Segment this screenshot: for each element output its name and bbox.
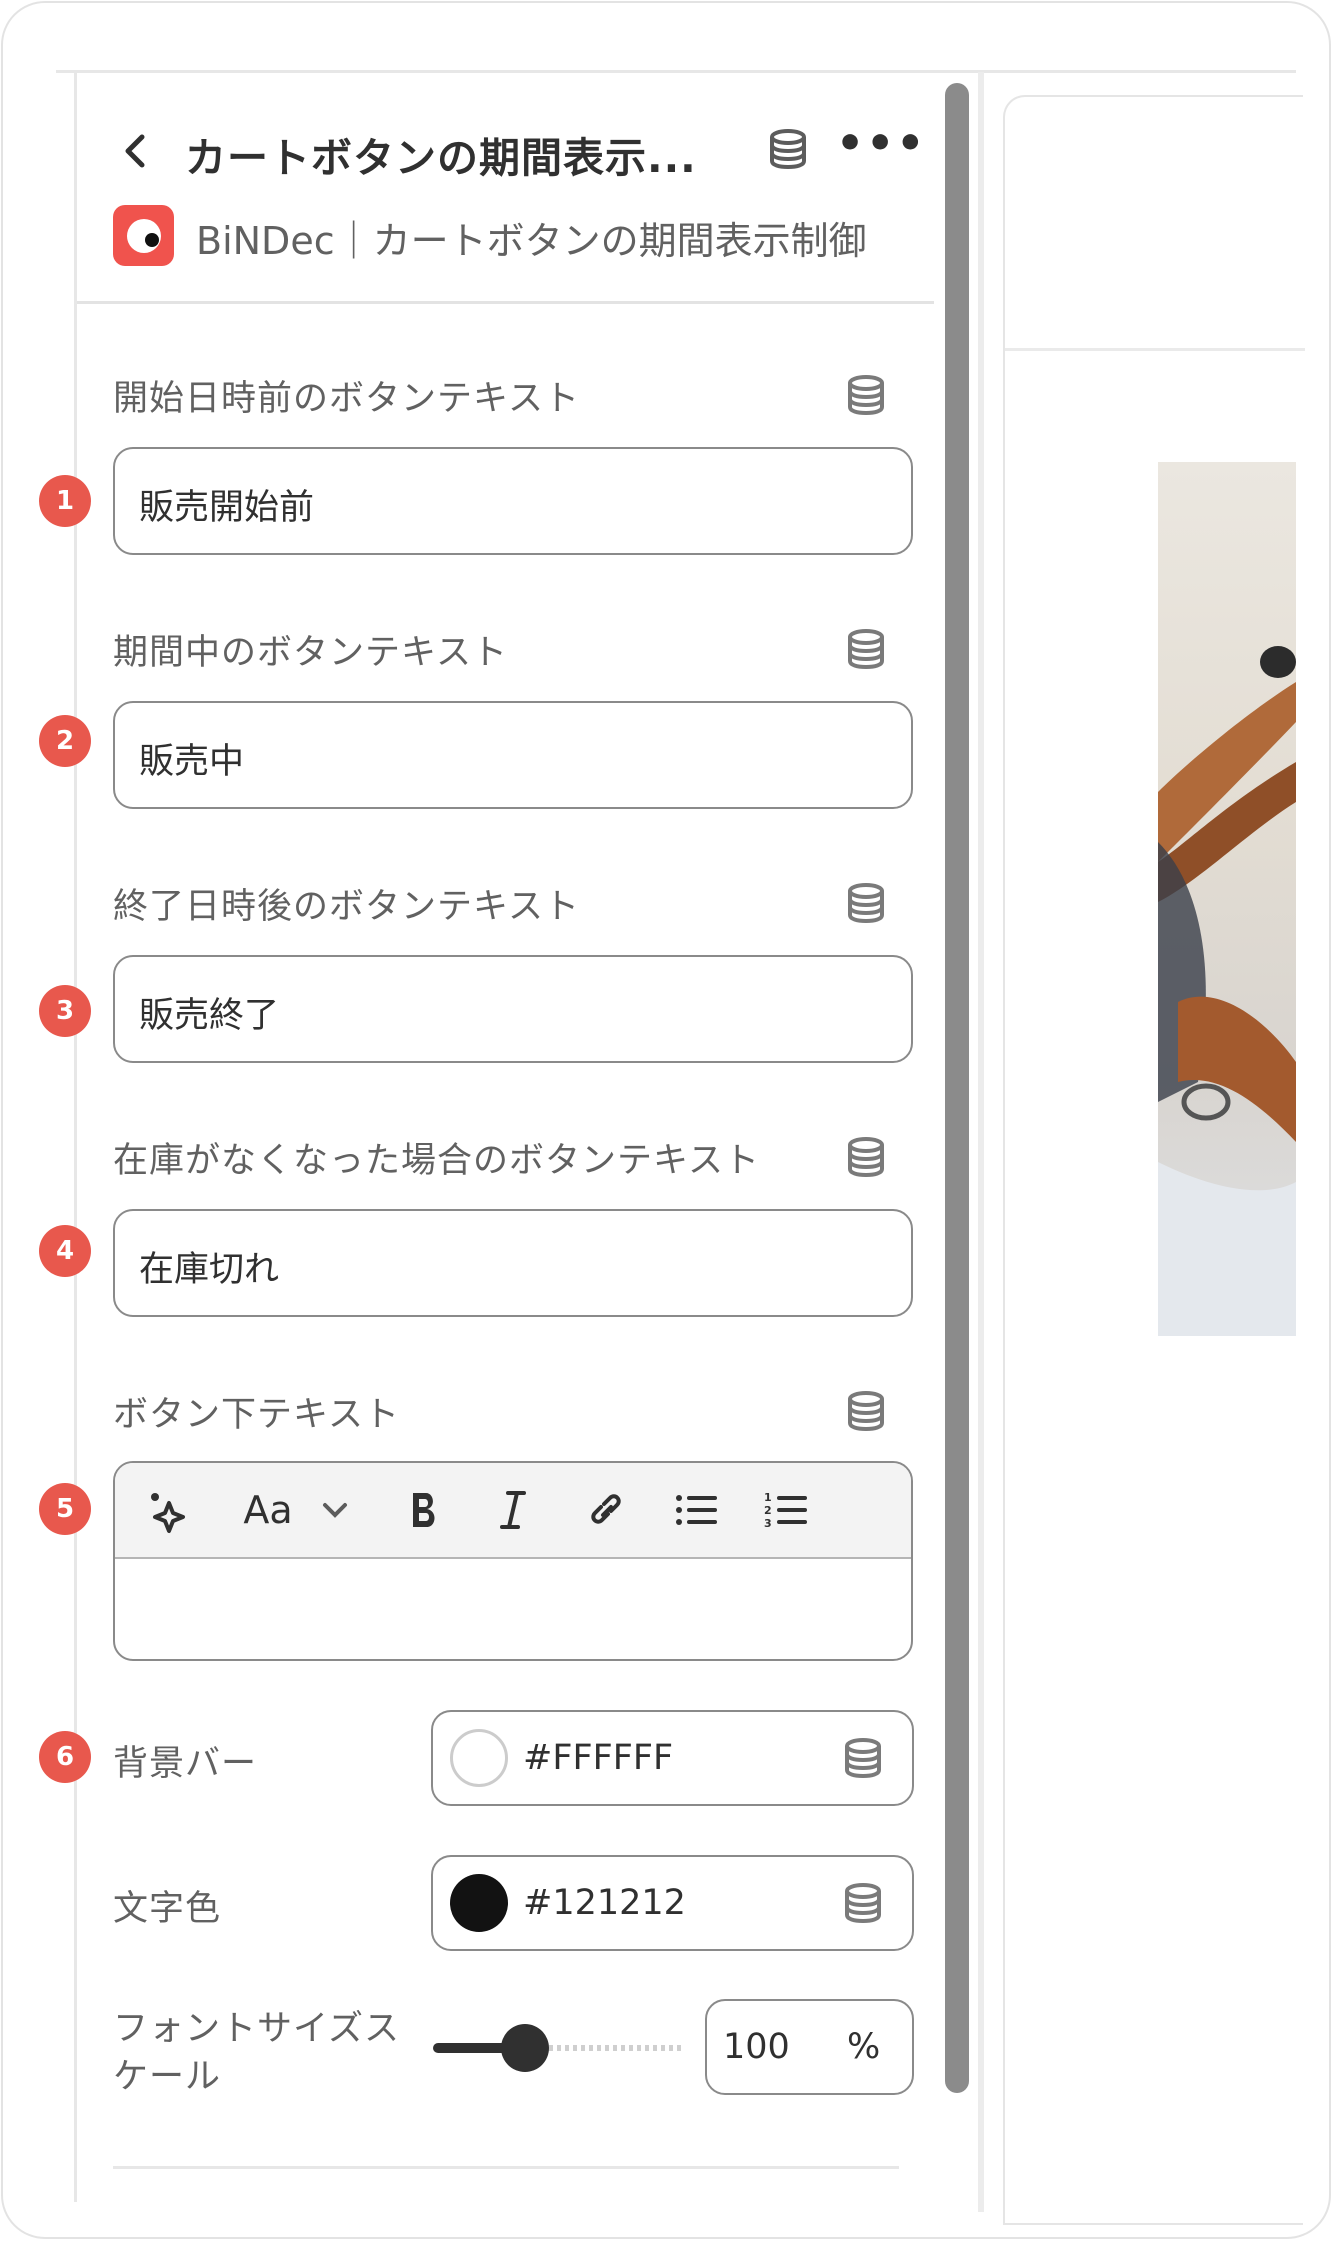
chevron-down-icon[interactable] [320, 1485, 350, 1535]
step-badge: 3 [39, 985, 91, 1037]
svg-text:3: 3 [764, 1517, 772, 1530]
preview-header-divider [1005, 348, 1305, 351]
before-start-text-input[interactable]: 販売開始前 [113, 447, 913, 555]
step-badge: 5 [39, 1483, 91, 1535]
product-image [1158, 462, 1296, 1336]
rich-text-toolbar: Aa 123 [115, 1463, 911, 1559]
app-block-name: BiNDec｜カートボタンの期間表示制御 [196, 219, 867, 263]
background-bar-color-value: #FFFFFF [523, 1738, 674, 1778]
database-icon[interactable] [846, 881, 886, 925]
after-end-text-input[interactable]: 販売終了 [113, 955, 913, 1063]
field-label-before-start: 開始日時前のボタンテキスト [113, 379, 580, 419]
font-scale-label-1: フォントサイズス [113, 2009, 400, 2049]
database-icon[interactable] [846, 1389, 886, 1433]
page-title: カートボタンの期間表示... [185, 134, 697, 182]
svg-text:1: 1 [764, 1491, 772, 1504]
field-label-out-of-stock: 在庫がなくなった場合のボタンテキスト [113, 1141, 760, 1181]
bullet-list-icon[interactable] [673, 1485, 719, 1535]
panel-divider [978, 72, 984, 2212]
during-text-input[interactable]: 販売中 [113, 701, 913, 809]
database-icon[interactable] [843, 1736, 883, 1780]
database-icon[interactable] [846, 627, 886, 671]
header-divider [77, 301, 934, 304]
text-color-field[interactable]: #121212 [431, 1855, 914, 1951]
step-badge: 1 [39, 475, 91, 527]
step-badge: 4 [39, 1225, 91, 1277]
field-label-during: 期間中のボタンテキスト [113, 633, 508, 673]
database-icon[interactable] [843, 1881, 883, 1925]
database-icon[interactable] [768, 127, 808, 171]
more-icon[interactable]: ••• [836, 122, 926, 166]
rich-text-editor[interactable]: Aa 123 [113, 1461, 913, 1661]
background-bar-label: 背景バー [113, 1744, 258, 1784]
font-scale-slider-track[interactable] [433, 2043, 683, 2053]
font-scale-input[interactable]: 100 % [705, 1999, 914, 2095]
color-swatch-black[interactable] [450, 1874, 508, 1932]
font-scale-slider-thumb[interactable] [501, 2024, 549, 2072]
font-scale-label-2: ケール [113, 2057, 222, 2097]
svg-text:2: 2 [764, 1504, 772, 1517]
field-label-below-button: ボタン下テキスト [113, 1395, 400, 1435]
text-color-value: #121212 [523, 1883, 686, 1923]
bottom-divider [113, 2166, 899, 2169]
italic-icon[interactable] [498, 1485, 528, 1535]
numbered-list-icon[interactable]: 123 [763, 1485, 809, 1535]
text-color-label: 文字色 [113, 1889, 222, 1929]
bold-icon[interactable] [407, 1485, 441, 1535]
out-of-stock-text-input[interactable]: 在庫切れ [113, 1209, 913, 1317]
back-icon[interactable] [120, 133, 150, 169]
step-badge: 2 [39, 715, 91, 767]
link-icon[interactable] [583, 1485, 629, 1535]
font-style-button[interactable]: Aa [240, 1485, 296, 1535]
field-label-after-end: 終了日時後のボタンテキスト [113, 887, 580, 927]
background-bar-color-field[interactable]: #FFFFFF [431, 1710, 914, 1806]
app-logo [113, 205, 174, 266]
ai-sparkle-icon[interactable] [145, 1485, 191, 1535]
step-badge: 6 [39, 1731, 91, 1783]
color-swatch-white[interactable] [450, 1729, 508, 1787]
rich-text-body[interactable] [115, 1559, 911, 1659]
database-icon[interactable] [846, 373, 886, 417]
database-icon[interactable] [846, 1135, 886, 1179]
panel-scrollbar[interactable] [945, 83, 969, 2093]
